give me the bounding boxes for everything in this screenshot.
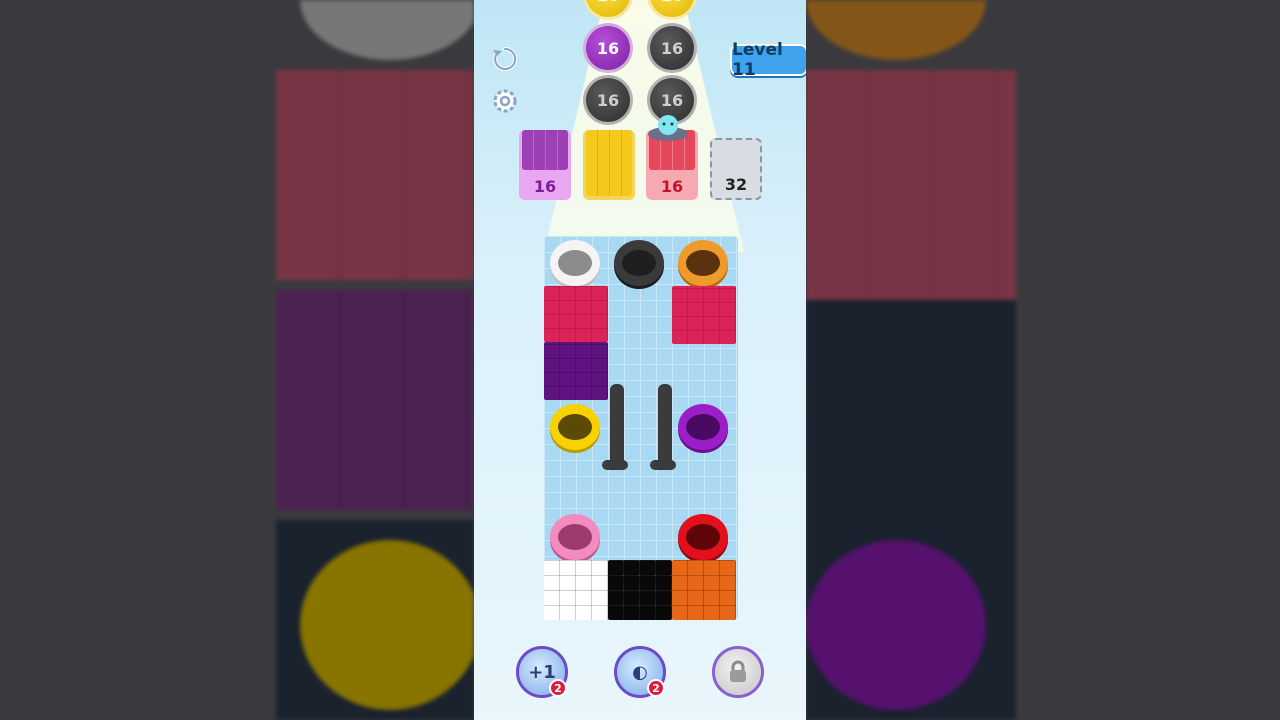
add-slot-icon: +1 — [528, 661, 556, 683]
booster-add-slot-button[interactable]: +1 2 — [516, 646, 568, 698]
cat-block-black[interactable] — [608, 560, 672, 620]
hole-purple[interactable] — [678, 404, 728, 450]
hole-pink[interactable] — [550, 514, 600, 560]
shuffle-cat-icon: ◐ — [632, 661, 648, 683]
cat-block-pink[interactable] — [544, 286, 608, 342]
cat-block-white[interactable] — [544, 560, 608, 620]
tray-capacity: 32 — [724, 175, 748, 194]
game-board[interactable] — [544, 236, 738, 620]
ufo-cat-icon — [648, 115, 688, 141]
tray-count: 16 — [660, 177, 684, 196]
cat-block-orange[interactable] — [672, 560, 736, 620]
cat-block-pink[interactable] — [672, 286, 736, 344]
hole-red[interactable] — [678, 514, 728, 560]
restart-button[interactable] — [488, 42, 522, 76]
gear-icon — [493, 89, 517, 113]
tray-count: 16 — [533, 177, 557, 196]
level-badge: Level 11 — [730, 40, 806, 80]
restart-icon — [493, 46, 518, 71]
cat-tray-empty[interactable]: 32 — [710, 138, 762, 200]
right-blurred-background — [806, 0, 1280, 720]
booster-locked-button[interactable] — [712, 646, 764, 698]
cat-block-purple[interactable] — [544, 342, 608, 400]
queue-coin: 16 — [647, 23, 697, 73]
booster-shuffle-button[interactable]: ◐ 2 — [614, 646, 666, 698]
hole-orange[interactable] — [678, 240, 728, 286]
left-blurred-background — [0, 0, 474, 720]
queue-coin: 16 — [583, 75, 633, 125]
cat-stack — [586, 130, 632, 196]
cat-tray-yellow — [583, 130, 635, 200]
cat-tray-purple: 16 — [519, 130, 571, 200]
hole-yellow[interactable] — [550, 404, 600, 450]
hole-white[interactable] — [550, 240, 600, 286]
queue-coin: 16 — [583, 23, 633, 73]
game-viewport: Level 11 16 16 16 16 16 16 16 16 32 — [474, 0, 806, 720]
long-cat-black[interactable] — [650, 384, 676, 470]
booster-count-badge: 2 — [647, 679, 665, 697]
settings-button[interactable] — [488, 84, 522, 118]
booster-count-badge: 2 — [549, 679, 567, 697]
long-cat-black[interactable] — [602, 384, 628, 470]
cat-stack — [522, 130, 568, 170]
hole-black[interactable] — [614, 240, 664, 286]
game-screen: Level 11 16 16 16 16 16 16 16 16 32 — [0, 0, 1280, 720]
lock-icon — [730, 660, 746, 682]
